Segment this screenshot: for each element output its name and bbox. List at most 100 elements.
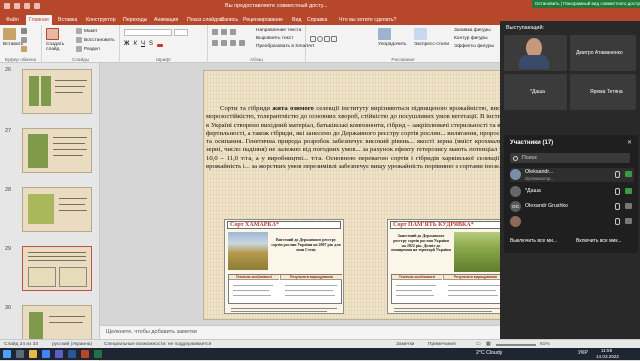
tab-help[interactable]: Справка [304,15,330,25]
slide-thumbnail[interactable] [22,187,92,232]
underline-icon[interactable]: Ч [141,41,145,47]
clock-time[interactable]: 11:59 [601,348,612,353]
slide-sorter-icon[interactable]: ▦ [486,342,491,347]
shape-fill-button[interactable]: Заливка фигуры [454,28,491,33]
start-icon[interactable] [3,350,11,358]
teams-icon[interactable] [55,350,63,358]
indent-icon[interactable] [230,29,236,35]
tab-review[interactable]: Рецензирование [240,15,286,25]
tab-view[interactable]: Вид [289,15,304,25]
clock-date[interactable]: 14.03.2022 [596,354,619,359]
camera-icon[interactable] [625,171,632,177]
italic-icon[interactable]: К [133,41,137,47]
section-button[interactable]: Раздел [76,46,100,52]
participant-row[interactable]: *Даша [510,185,634,199]
format-painter-button[interactable] [21,46,27,52]
tab-home[interactable]: Главная [26,15,52,25]
reset-button[interactable]: Восстановить [76,37,115,43]
redo-icon[interactable] [34,3,40,9]
camera-off-icon[interactable] [625,203,632,209]
slide-thumbnail-selected[interactable] [22,246,92,291]
notes-toggle[interactable]: Заметки [396,342,414,347]
layout-button[interactable]: Макет [76,28,98,34]
camera-off-icon[interactable] [625,218,632,224]
strikethrough-icon[interactable]: S [149,41,153,47]
cut-button[interactable] [21,28,27,34]
video-tile[interactable]: Ярема Тетяна [570,74,636,110]
search-icon[interactable] [16,350,24,358]
align-left-icon[interactable] [212,40,218,46]
font-size-select[interactable] [174,29,188,36]
table-header: Результати вирощування [443,275,507,280]
comments-toggle[interactable]: Примечания [428,342,456,347]
tab-file[interactable]: Файл [3,15,22,25]
slide-body-text[interactable]: Сорти та гібриди жита озимого селекції і… [206,105,535,171]
powerpoint-icon[interactable] [81,350,89,358]
text-direction-button[interactable]: Направление текста [256,28,301,33]
thumbnail-text-line [28,252,86,253]
autosave-icon[interactable] [4,3,10,9]
input-language[interactable]: УКР [578,350,588,356]
accessibility-status[interactable]: Специальные возможности: не поддерживает… [104,342,211,347]
new-slide-button[interactable]: Создать слайд [46,28,76,52]
shape-outline-button[interactable]: Контур фигуры [454,36,488,41]
camera-icon[interactable] [625,188,632,194]
microphone-icon[interactable] [615,218,620,225]
slide-thumbnail[interactable] [22,128,92,173]
shapes-gallery[interactable] [310,28,370,50]
align-right-icon[interactable] [230,40,236,46]
share-banner[interactable]: Остановить | Панорамный вид совместного … [532,0,640,8]
language-indicator[interactable]: русский (Украина) [52,342,92,347]
video-tile[interactable]: *Даша [504,74,567,110]
video-tile[interactable]: Дмитро Атаманенко [570,35,636,71]
tab-insert[interactable]: Вставка [55,15,80,25]
word-icon[interactable] [68,350,76,358]
paragraph-label: Абзац [250,57,263,62]
chrome-icon[interactable] [42,350,50,358]
bold-icon[interactable]: Ж [124,41,129,47]
microphone-icon[interactable] [615,203,620,210]
undo-icon[interactable] [24,3,30,9]
font-color-icon[interactable] [157,44,163,47]
slide-thumbnail[interactable] [22,69,92,114]
weather-widget[interactable]: 2°C Cloudy [476,350,502,356]
tab-design[interactable]: Конструктор [83,15,119,25]
quick-styles-button[interactable]: Экспресс-стили [414,28,449,47]
variety-card-pamyat-kudryavka[interactable]: Сорт ПАМ'ЯТЬ КУДРЯВКА* Занесений до Держ… [387,219,509,314]
arrow-shape-icon [331,36,337,42]
arrange-button[interactable]: Упорядочить [378,28,407,47]
participant-row[interactable]: Oleksandr... Организатор... [510,168,634,182]
microphone-icon[interactable] [615,171,620,178]
align-text-button[interactable]: Выровнять текст [256,36,293,41]
tab-transitions[interactable]: Переходы [120,15,150,25]
zoom-slider[interactable] [496,344,536,346]
participant-row[interactable] [510,215,634,229]
save-icon[interactable] [14,3,20,9]
bullets-icon[interactable] [212,29,218,35]
table-line [448,285,500,286]
participant-row[interactable]: OG Olexandr Grushko [510,200,634,214]
zoom-level[interactable]: 61% [540,342,550,347]
excel-icon[interactable] [94,350,102,358]
justify-icon[interactable] [239,40,245,46]
unmute-all-button[interactable]: Включить все мик... [576,235,622,247]
tab-record[interactable]: Запись [218,15,241,25]
tell-me-search[interactable]: Что вы хотите сделать? [336,15,399,25]
microphone-icon[interactable] [615,188,620,195]
tab-animations[interactable]: Анимация [151,15,181,25]
shape-effects-button[interactable]: Эффекты фигуры [454,44,494,49]
mute-all-button[interactable]: Выключить все ми... [510,235,557,247]
slide[interactable]: Сорти та гібриди жита озимого селекції і… [203,70,536,320]
numbering-icon[interactable] [221,29,227,35]
thumb-number: 29 [5,246,12,252]
notes-pane[interactable]: Щелкните, чтобы добавить заметки [100,325,500,339]
font-family-select[interactable] [124,29,172,36]
copy-button[interactable] [21,37,27,43]
align-center-icon[interactable] [221,40,227,46]
variety-card-khamarka[interactable]: Сорт ХАМАРКА* Внесений до Державного реє… [224,219,344,314]
normal-view-icon[interactable]: ▭ [476,342,481,347]
close-icon[interactable]: ✕ [627,139,632,146]
file-explorer-icon[interactable] [29,350,37,358]
participants-search[interactable]: Поиск [510,153,630,163]
video-tile-speaker[interactable] [504,35,567,71]
